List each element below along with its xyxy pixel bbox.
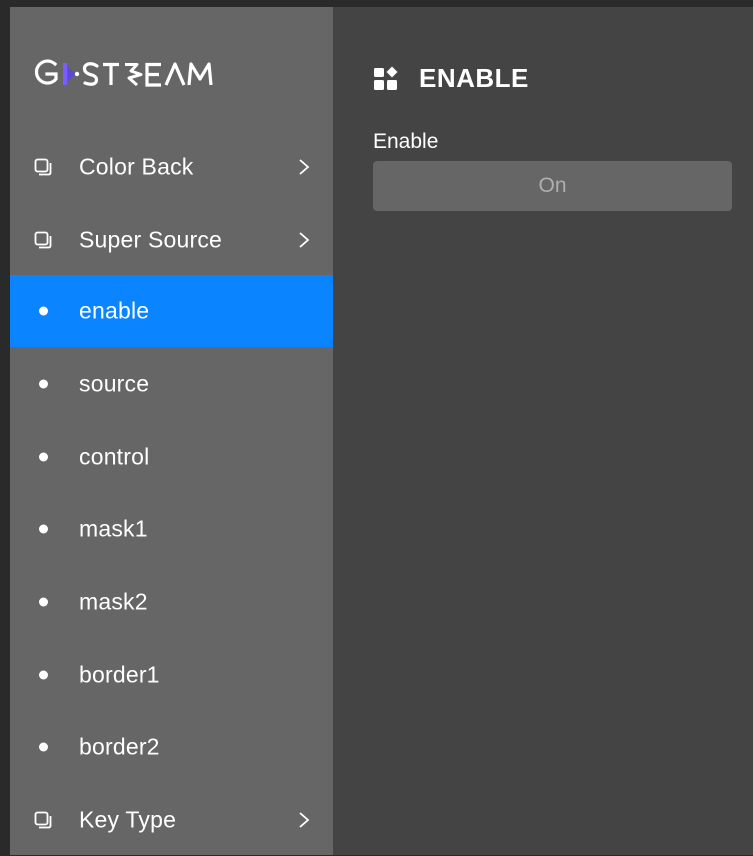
sidebar-item-label: Color Back bbox=[79, 153, 194, 180]
sidebar-item-border2[interactable]: border2 bbox=[10, 711, 333, 783]
folder-icon bbox=[34, 158, 52, 176]
dot-icon bbox=[39, 597, 48, 607]
folder-icon bbox=[34, 811, 52, 829]
sidebar: Color Back Super Source enable source co… bbox=[10, 7, 333, 855]
folder-icon bbox=[34, 231, 52, 249]
sidebar-item-label: source bbox=[79, 370, 150, 397]
sidebar-item-label: mask2 bbox=[79, 588, 148, 615]
gstream-logo-icon bbox=[34, 59, 213, 87]
sidebar-item-label: Super Source bbox=[79, 226, 223, 253]
sidebar-item-super-source[interactable]: Super Source bbox=[10, 204, 333, 276]
chevron-right-icon bbox=[299, 812, 310, 828]
sidebar-item-label: control bbox=[79, 443, 150, 470]
app-window: Color Back Super Source enable source co… bbox=[10, 7, 753, 855]
sidebar-item-border1[interactable]: border1 bbox=[10, 639, 333, 711]
sidebar-item-mask1[interactable]: mask1 bbox=[10, 493, 333, 565]
sidebar-item-key-type[interactable]: Key Type bbox=[10, 784, 333, 856]
main-panel: ENABLE Enable On bbox=[333, 7, 753, 855]
dot-icon bbox=[39, 452, 48, 462]
sidebar-item-label: Key Type bbox=[79, 806, 177, 833]
sidebar-item-enable[interactable]: enable bbox=[10, 275, 333, 347]
enable-toggle-button[interactable]: On bbox=[373, 161, 732, 211]
dot-icon bbox=[39, 524, 48, 534]
sidebar-item-label: mask1 bbox=[79, 515, 148, 542]
sidebar-item-label: enable bbox=[79, 297, 150, 324]
sidebar-item-control[interactable]: control bbox=[10, 421, 333, 493]
enable-field-label: Enable bbox=[373, 130, 439, 153]
widgets-icon bbox=[374, 66, 398, 90]
dot-icon bbox=[39, 670, 48, 680]
chevron-right-icon bbox=[299, 232, 310, 248]
dot-icon bbox=[39, 742, 48, 752]
sidebar-item-label: border2 bbox=[79, 733, 160, 760]
logo bbox=[10, 7, 333, 135]
sidebar-item-label: border1 bbox=[79, 661, 160, 688]
sidebar-item-mask2[interactable]: mask2 bbox=[10, 566, 333, 638]
panel-header: ENABLE bbox=[373, 63, 529, 94]
chevron-right-icon bbox=[299, 159, 310, 175]
page-title: ENABLE bbox=[419, 63, 529, 93]
dot-icon bbox=[39, 306, 48, 316]
dot-icon bbox=[39, 379, 48, 389]
sidebar-item-color-back[interactable]: Color Back bbox=[10, 131, 333, 203]
sidebar-item-source[interactable]: source bbox=[10, 348, 333, 420]
